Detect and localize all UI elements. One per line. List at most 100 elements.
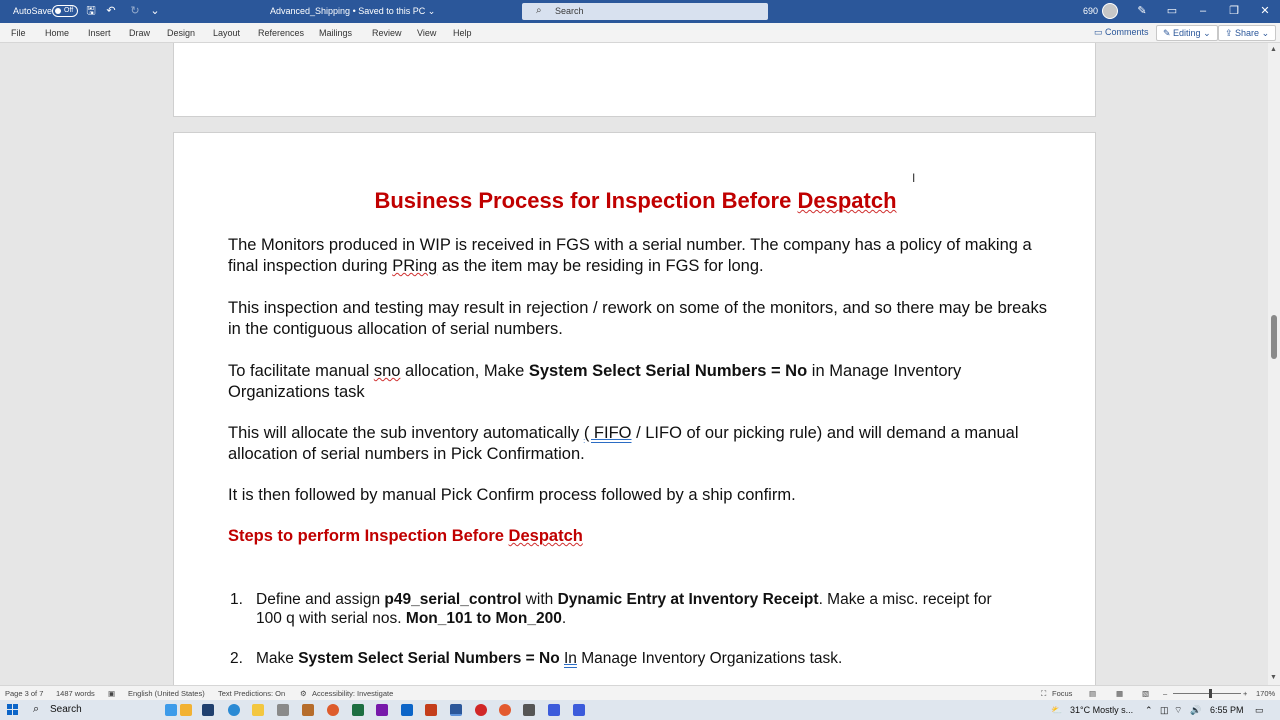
tab-help[interactable]: Help bbox=[453, 28, 472, 38]
pen-icon[interactable]: ✎ bbox=[1135, 4, 1149, 18]
steps-heading[interactable]: Steps to perform Inspection Before Despa… bbox=[228, 527, 583, 546]
document-heading[interactable]: Business Process for Inspection Before D… bbox=[174, 188, 1097, 214]
close-icon[interactable]: ✕ bbox=[1258, 4, 1272, 18]
zoom-level[interactable]: 170% bbox=[1256, 689, 1275, 698]
paragraph-4[interactable]: This will allocate the sub inventory aut… bbox=[228, 423, 1058, 465]
powerpoint-icon[interactable] bbox=[425, 704, 437, 716]
share-icon: ⇪ bbox=[1225, 28, 1236, 38]
heading-misspelled-word[interactable]: Despatch bbox=[797, 188, 896, 213]
save-icon[interactable]: 🖫 bbox=[84, 4, 98, 18]
editing-button[interactable]: ✎ Editing ⌄ bbox=[1156, 25, 1218, 41]
app-icon[interactable] bbox=[499, 704, 511, 716]
zoom-out-icon[interactable]: – bbox=[1163, 689, 1167, 698]
customize-toolbar-icon[interactable]: ⌄ bbox=[148, 4, 162, 18]
taskbar-search-label[interactable]: Search bbox=[50, 704, 82, 715]
list-item[interactable]: 2. Make System Select Serial Numbers = N… bbox=[230, 649, 996, 668]
tab-references[interactable]: References bbox=[258, 28, 304, 38]
app-icon[interactable] bbox=[548, 704, 560, 716]
p1-misspelled-word[interactable]: PRing bbox=[392, 257, 437, 275]
tab-layout[interactable]: Layout bbox=[213, 28, 240, 38]
paragraph-3[interactable]: To facilitate manual sno allocation, Mak… bbox=[228, 361, 1058, 403]
tab-file[interactable]: File bbox=[11, 28, 26, 38]
document-title[interactable]: Advanced_Shipping • Saved to this PC ⌄ bbox=[270, 6, 435, 17]
tab-design[interactable]: Design bbox=[167, 28, 195, 38]
avatar[interactable] bbox=[1102, 3, 1118, 19]
step2-text-a: Make bbox=[256, 650, 299, 667]
p3-misspelled-word[interactable]: sno bbox=[374, 362, 401, 380]
comments-button[interactable]: ▭ Comments bbox=[1088, 25, 1155, 41]
ribbon-display-icon[interactable]: ▭ bbox=[1165, 4, 1179, 18]
step2-text-e: Manage Inventory Organizations task. bbox=[576, 650, 843, 667]
page-count[interactable]: Page 3 of 7 bbox=[5, 689, 43, 698]
step2-grammar-flag[interactable]: In bbox=[564, 650, 577, 667]
app-icon[interactable] bbox=[302, 704, 314, 716]
restore-icon[interactable]: ❐ bbox=[1227, 4, 1241, 18]
text-predictions[interactable]: Text Predictions: On bbox=[218, 689, 285, 698]
p3-text-c: allocation, Make bbox=[400, 362, 529, 380]
app-icon[interactable] bbox=[523, 704, 535, 716]
p4-grammar-flag[interactable]: ( FIFO bbox=[584, 424, 632, 442]
people-app-icon[interactable] bbox=[180, 704, 192, 716]
onenote-icon[interactable] bbox=[376, 704, 388, 716]
chevron-up-icon[interactable]: ⌃ bbox=[1145, 705, 1153, 716]
tab-review[interactable]: Review bbox=[372, 28, 402, 38]
undo-icon[interactable]: ↶ bbox=[104, 4, 118, 18]
step1-text-c: with bbox=[521, 591, 558, 608]
tray-icon[interactable]: ◫ bbox=[1160, 705, 1169, 716]
autosave-toggle[interactable]: Off bbox=[52, 5, 78, 17]
wifi-icon[interactable]: ⌔ bbox=[1174, 705, 1182, 716]
tab-draw[interactable]: Draw bbox=[129, 28, 150, 38]
minimize-icon[interactable]: – bbox=[1196, 4, 1210, 18]
redo-icon[interactable]: ↻ bbox=[128, 4, 142, 18]
tab-insert[interactable]: Insert bbox=[88, 28, 111, 38]
word-count[interactable]: 1487 words bbox=[56, 689, 95, 698]
word-icon[interactable] bbox=[450, 704, 462, 716]
chrome-icon[interactable] bbox=[327, 704, 339, 716]
zoom-slider-knob[interactable] bbox=[1209, 689, 1212, 698]
clock[interactable]: 6:55 PM bbox=[1210, 705, 1244, 715]
weather-icon[interactable]: ⛅ bbox=[1051, 705, 1062, 716]
paragraph-1[interactable]: The Monitors produced in WIP is received… bbox=[228, 235, 1058, 277]
language-indicator[interactable]: English (United States) bbox=[128, 689, 205, 698]
windows-start-icon[interactable] bbox=[7, 704, 19, 716]
app-icon[interactable] bbox=[277, 704, 289, 716]
focus-button[interactable]: Focus bbox=[1052, 689, 1072, 698]
scroll-up-icon[interactable]: ▲ bbox=[1270, 46, 1277, 53]
tab-mailings[interactable]: Mailings bbox=[319, 28, 352, 38]
outlook-icon[interactable] bbox=[401, 704, 413, 716]
zoom-in-icon[interactable]: + bbox=[1243, 689, 1247, 698]
edge-icon[interactable] bbox=[228, 704, 240, 716]
app-icon[interactable] bbox=[573, 704, 585, 716]
tab-view[interactable]: View bbox=[417, 28, 436, 38]
paragraph-2[interactable]: This inspection and testing may result i… bbox=[228, 298, 1058, 340]
search-box[interactable]: ⌕ Search bbox=[522, 3, 768, 20]
print-layout-icon[interactable]: ▦ bbox=[1116, 689, 1123, 698]
scroll-down-icon[interactable]: ▼ bbox=[1270, 674, 1277, 681]
weather-text[interactable]: 31°C Mostly s... bbox=[1070, 705, 1133, 715]
read-mode-icon[interactable]: ▤ bbox=[1089, 689, 1096, 698]
accessibility-status[interactable]: Accessibility: Investigate bbox=[312, 689, 393, 698]
file-explorer-icon[interactable] bbox=[252, 704, 264, 716]
scrollbar-thumb[interactable] bbox=[1271, 315, 1277, 359]
vertical-scrollbar[interactable]: ▲ ▼ bbox=[1268, 43, 1280, 685]
excel-icon[interactable] bbox=[352, 704, 364, 716]
task-view-icon[interactable] bbox=[202, 704, 214, 716]
steps-misspelled-word[interactable]: Despatch bbox=[509, 527, 583, 545]
previous-page[interactable] bbox=[173, 43, 1096, 117]
app-icon[interactable] bbox=[475, 704, 487, 716]
widget-app-icon[interactable] bbox=[165, 704, 177, 716]
share-button[interactable]: ⇪ Share ⌄ bbox=[1218, 25, 1277, 41]
notification-icon[interactable]: ▭ bbox=[1255, 705, 1264, 716]
tab-home[interactable]: Home bbox=[45, 28, 69, 38]
web-layout-icon[interactable]: ▧ bbox=[1142, 689, 1149, 698]
zoom-slider[interactable] bbox=[1173, 693, 1241, 694]
volume-icon[interactable]: 🔊 bbox=[1190, 705, 1201, 716]
proofing-icon[interactable]: ▣ bbox=[108, 689, 115, 698]
list-item[interactable]: 1. Define and assign p49_serial_control … bbox=[230, 590, 996, 628]
windows-taskbar: ⌕ Search ⛅ 31°C Mostly s... ⌃ ◫ ⌔ 🔊 6:55… bbox=[0, 700, 1280, 720]
taskbar-search-icon[interactable]: ⌕ bbox=[33, 703, 39, 716]
current-page[interactable]: Business Process for Inspection Before D… bbox=[173, 132, 1096, 685]
document-canvas[interactable]: Business Process for Inspection Before D… bbox=[0, 43, 1268, 685]
paragraph-5[interactable]: It is then followed by manual Pick Confi… bbox=[228, 485, 1058, 506]
p1-text-c: as the item may be residing in FGS for l… bbox=[437, 257, 764, 275]
